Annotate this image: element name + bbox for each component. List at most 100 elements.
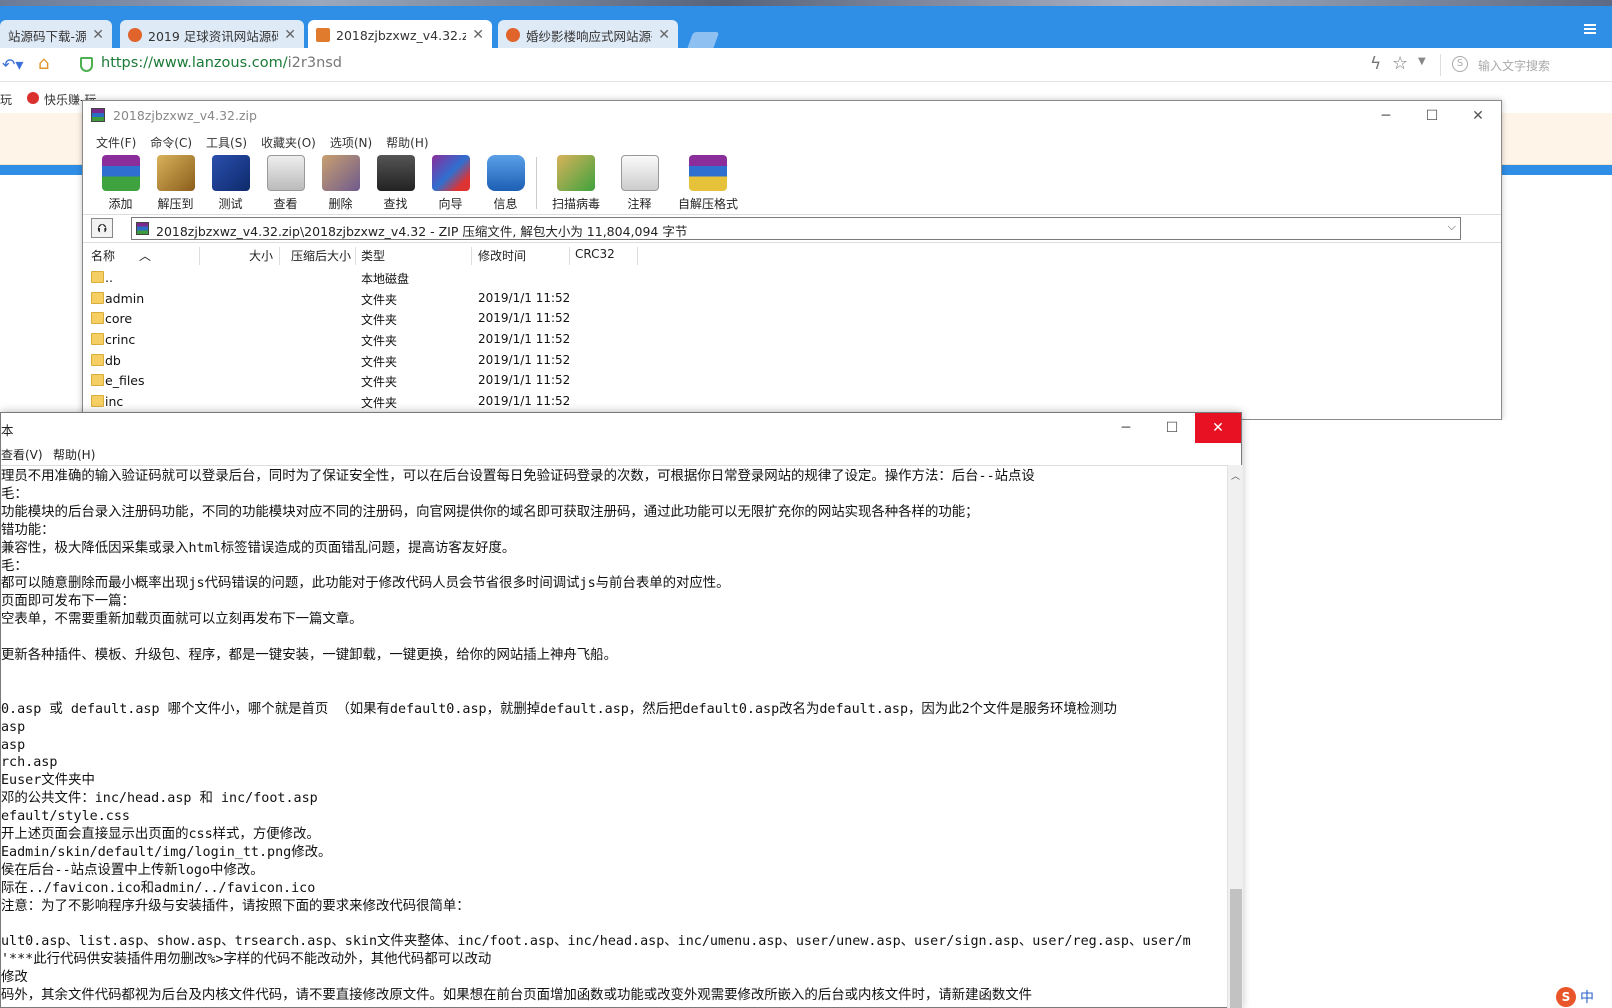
text-line: asp [1, 719, 26, 735]
tab-zip-download[interactable]: 2018zjbzxwz_v4.32.zip ✕ [308, 20, 492, 50]
home-icon[interactable]: ⌂ [38, 53, 49, 74]
tab-label: 站源码下载-源码 [8, 28, 87, 44]
virus-scan-button[interactable]: 扫描病毒 [540, 153, 612, 213]
extract-to-button[interactable]: 解压到 [148, 153, 203, 213]
notepad-text-area[interactable]: 理员不用准确的输入验证码就可以登录后台，同时为了保证安全性，可以在后台设置每日免… [1, 465, 1227, 1008]
close-icon[interactable]: ✕ [658, 27, 670, 43]
tool-label: 解压到 [157, 197, 194, 211]
search-input[interactable]: 输入文字搜索 [1478, 57, 1550, 74]
close-icon[interactable]: ✕ [92, 27, 104, 43]
file-modified: 2019/1/1 11:52 [478, 332, 571, 347]
file-row[interactable]: .. 本地磁盘 [83, 267, 1501, 288]
test-button[interactable]: 测试 [203, 153, 258, 213]
maximize-button[interactable]: ☐ [1149, 413, 1195, 443]
text-line: 邓的公共文件：inc/head.asp 和 inc/foot.asp [1, 791, 318, 807]
minimize-button[interactable]: ─ [1103, 413, 1149, 443]
info-button[interactable]: 信息 [478, 153, 533, 213]
tab-source-download[interactable]: 站源码下载-源码 ✕ [0, 20, 112, 50]
menu-tools[interactable]: 工具(S) [199, 131, 254, 153]
delete-button[interactable]: 删除 [313, 153, 368, 213]
bookmark-star-icon[interactable]: ☆ [1392, 53, 1408, 74]
column-divider[interactable] [355, 247, 356, 265]
view-button[interactable]: 查看 [258, 153, 313, 213]
notepad-titlebar[interactable]: 本 ─ ☐ ✕ [1, 413, 1241, 443]
scrollbar-thumb[interactable] [1230, 889, 1242, 1008]
tab-football-site[interactable]: 2019 足球资讯网站源码 ✕ [120, 20, 304, 50]
bookmark-item[interactable]: 玩 [0, 91, 12, 108]
file-type: 文件夹 [361, 396, 398, 411]
text-line: 都可以随意删除而最小概率出现js代码错误的问题，此功能对于修改代码人员会节省很多… [1, 576, 730, 592]
file-modified: 2019/1/1 11:52 [478, 373, 571, 388]
close-icon[interactable]: ✕ [472, 27, 484, 43]
column-divider[interactable] [637, 247, 638, 265]
column-divider[interactable] [569, 247, 570, 265]
site-favicon-icon [316, 28, 330, 42]
sfx-button[interactable]: 自解压格式 [667, 153, 749, 213]
folder-icon [91, 312, 104, 325]
background-page-area [1242, 420, 1612, 1008]
menu-help[interactable]: 帮助(H) [379, 131, 435, 153]
wizard-button[interactable]: 向导 [423, 153, 478, 213]
menu-favorites[interactable]: 收藏夹(O) [254, 131, 323, 153]
file-row[interactable]: db 文件夹 2019/1/1 11:52 [83, 350, 1501, 371]
column-divider[interactable] [199, 247, 200, 265]
close-button[interactable]: ✕ [1455, 101, 1501, 131]
wizard-icon [431, 155, 470, 191]
file-row[interactable]: crinc 文件夹 2019/1/1 11:52 [83, 329, 1501, 350]
file-row[interactable]: admin 文件夹 2019/1/1 11:52 [83, 288, 1501, 309]
comment-icon [620, 155, 659, 191]
text-line: 页面即可发布下一篇： [1, 594, 135, 610]
column-divider[interactable] [471, 247, 472, 265]
url-field[interactable]: https://www.lanzous.com/i2r3nsd [101, 55, 342, 71]
menu-view[interactable]: 查看(V) [1, 446, 43, 463]
close-button[interactable]: ✕ [1195, 413, 1241, 443]
tool-label: 查找 [383, 197, 408, 211]
tool-label: 自解压格式 [677, 197, 738, 211]
minimize-button[interactable]: ─ [1363, 101, 1409, 131]
search-engine-icon[interactable]: S [1452, 56, 1468, 72]
menu-help[interactable]: 帮助(H) [53, 446, 95, 463]
close-icon[interactable]: ✕ [284, 27, 296, 43]
file-row[interactable]: core 文件夹 2019/1/1 11:52 [83, 308, 1501, 329]
comment-button[interactable]: 注释 [612, 153, 667, 213]
folder-icon [91, 374, 104, 387]
column-packed-size[interactable]: 压缩后大小 [291, 247, 351, 264]
back-icon[interactable]: ↶▾ [2, 55, 23, 74]
tab-wedding-site[interactable]: 婚纱影楼响应式网站源码 ✕ [498, 20, 678, 50]
ime-indicator[interactable]: S 中 [1556, 986, 1612, 1008]
column-size[interactable]: 大小 [249, 247, 273, 264]
file-modified: 2019/1/1 11:52 [478, 311, 571, 326]
column-type[interactable]: 类型 [361, 247, 385, 264]
chevron-down-icon[interactable]: ⌵ [1448, 220, 1456, 234]
menu-file[interactable]: 文件(F) [89, 131, 143, 153]
column-crc[interactable]: CRC32 [575, 247, 615, 261]
window-title: 本 [1, 423, 14, 438]
menu-options[interactable]: 选项(N) [323, 131, 379, 153]
add-archive-icon [101, 155, 140, 191]
column-divider[interactable] [279, 247, 280, 265]
text-line: 兼容性，极大降低因采集或录入html标签错误造成的页面错乱问题，提高访客友好度。 [1, 540, 516, 556]
file-type: 本地磁盘 [361, 272, 410, 286]
column-modified[interactable]: 修改时间 [478, 247, 526, 264]
browser-menu-icon[interactable] [1584, 24, 1596, 34]
maximize-button[interactable]: ☐ [1409, 101, 1455, 131]
add-button[interactable]: 添加 [93, 153, 148, 213]
text-line: Eadmin/skin/default/img/login_tt.png修改。 [1, 844, 332, 860]
text-line: 码外，其余文件代码都视为后台及内核文件代码，请不要直接修改原文件。如果想在前台页… [1, 988, 1033, 1004]
winrar-titlebar[interactable]: 2018zjbzxwz_v4.32.zip ─ ☐ ✕ [83, 101, 1501, 131]
file-name: .. [105, 270, 113, 285]
find-button[interactable]: 查找 [368, 153, 423, 213]
file-row[interactable]: e_files 文件夹 2019/1/1 11:52 [83, 370, 1501, 391]
column-name[interactable]: 名称 [91, 247, 115, 264]
lightning-icon[interactable]: ϟ [1370, 54, 1381, 74]
vertical-scrollbar[interactable]: ︿ [1227, 465, 1243, 1008]
scroll-up-icon[interactable]: ︿ [1231, 469, 1240, 482]
file-type: 文件夹 [361, 313, 398, 328]
file-row[interactable]: inc 文件夹 2019/1/1 11:52 [83, 391, 1501, 412]
archive-path-field[interactable]: 2018zjbzxwz_v4.32.zip\2018zjbzxwz_v4.32 … [131, 217, 1461, 240]
menu-commands[interactable]: 命令(C) [143, 131, 199, 153]
folder-icon [91, 353, 104, 366]
up-folder-button[interactable]: ⮉ [91, 218, 113, 238]
chevron-down-icon[interactable]: ▼ [1418, 56, 1426, 67]
file-list: .. 本地磁盘 admin 文件夹 2019/1/1 11:52 core 文件… [83, 267, 1501, 412]
